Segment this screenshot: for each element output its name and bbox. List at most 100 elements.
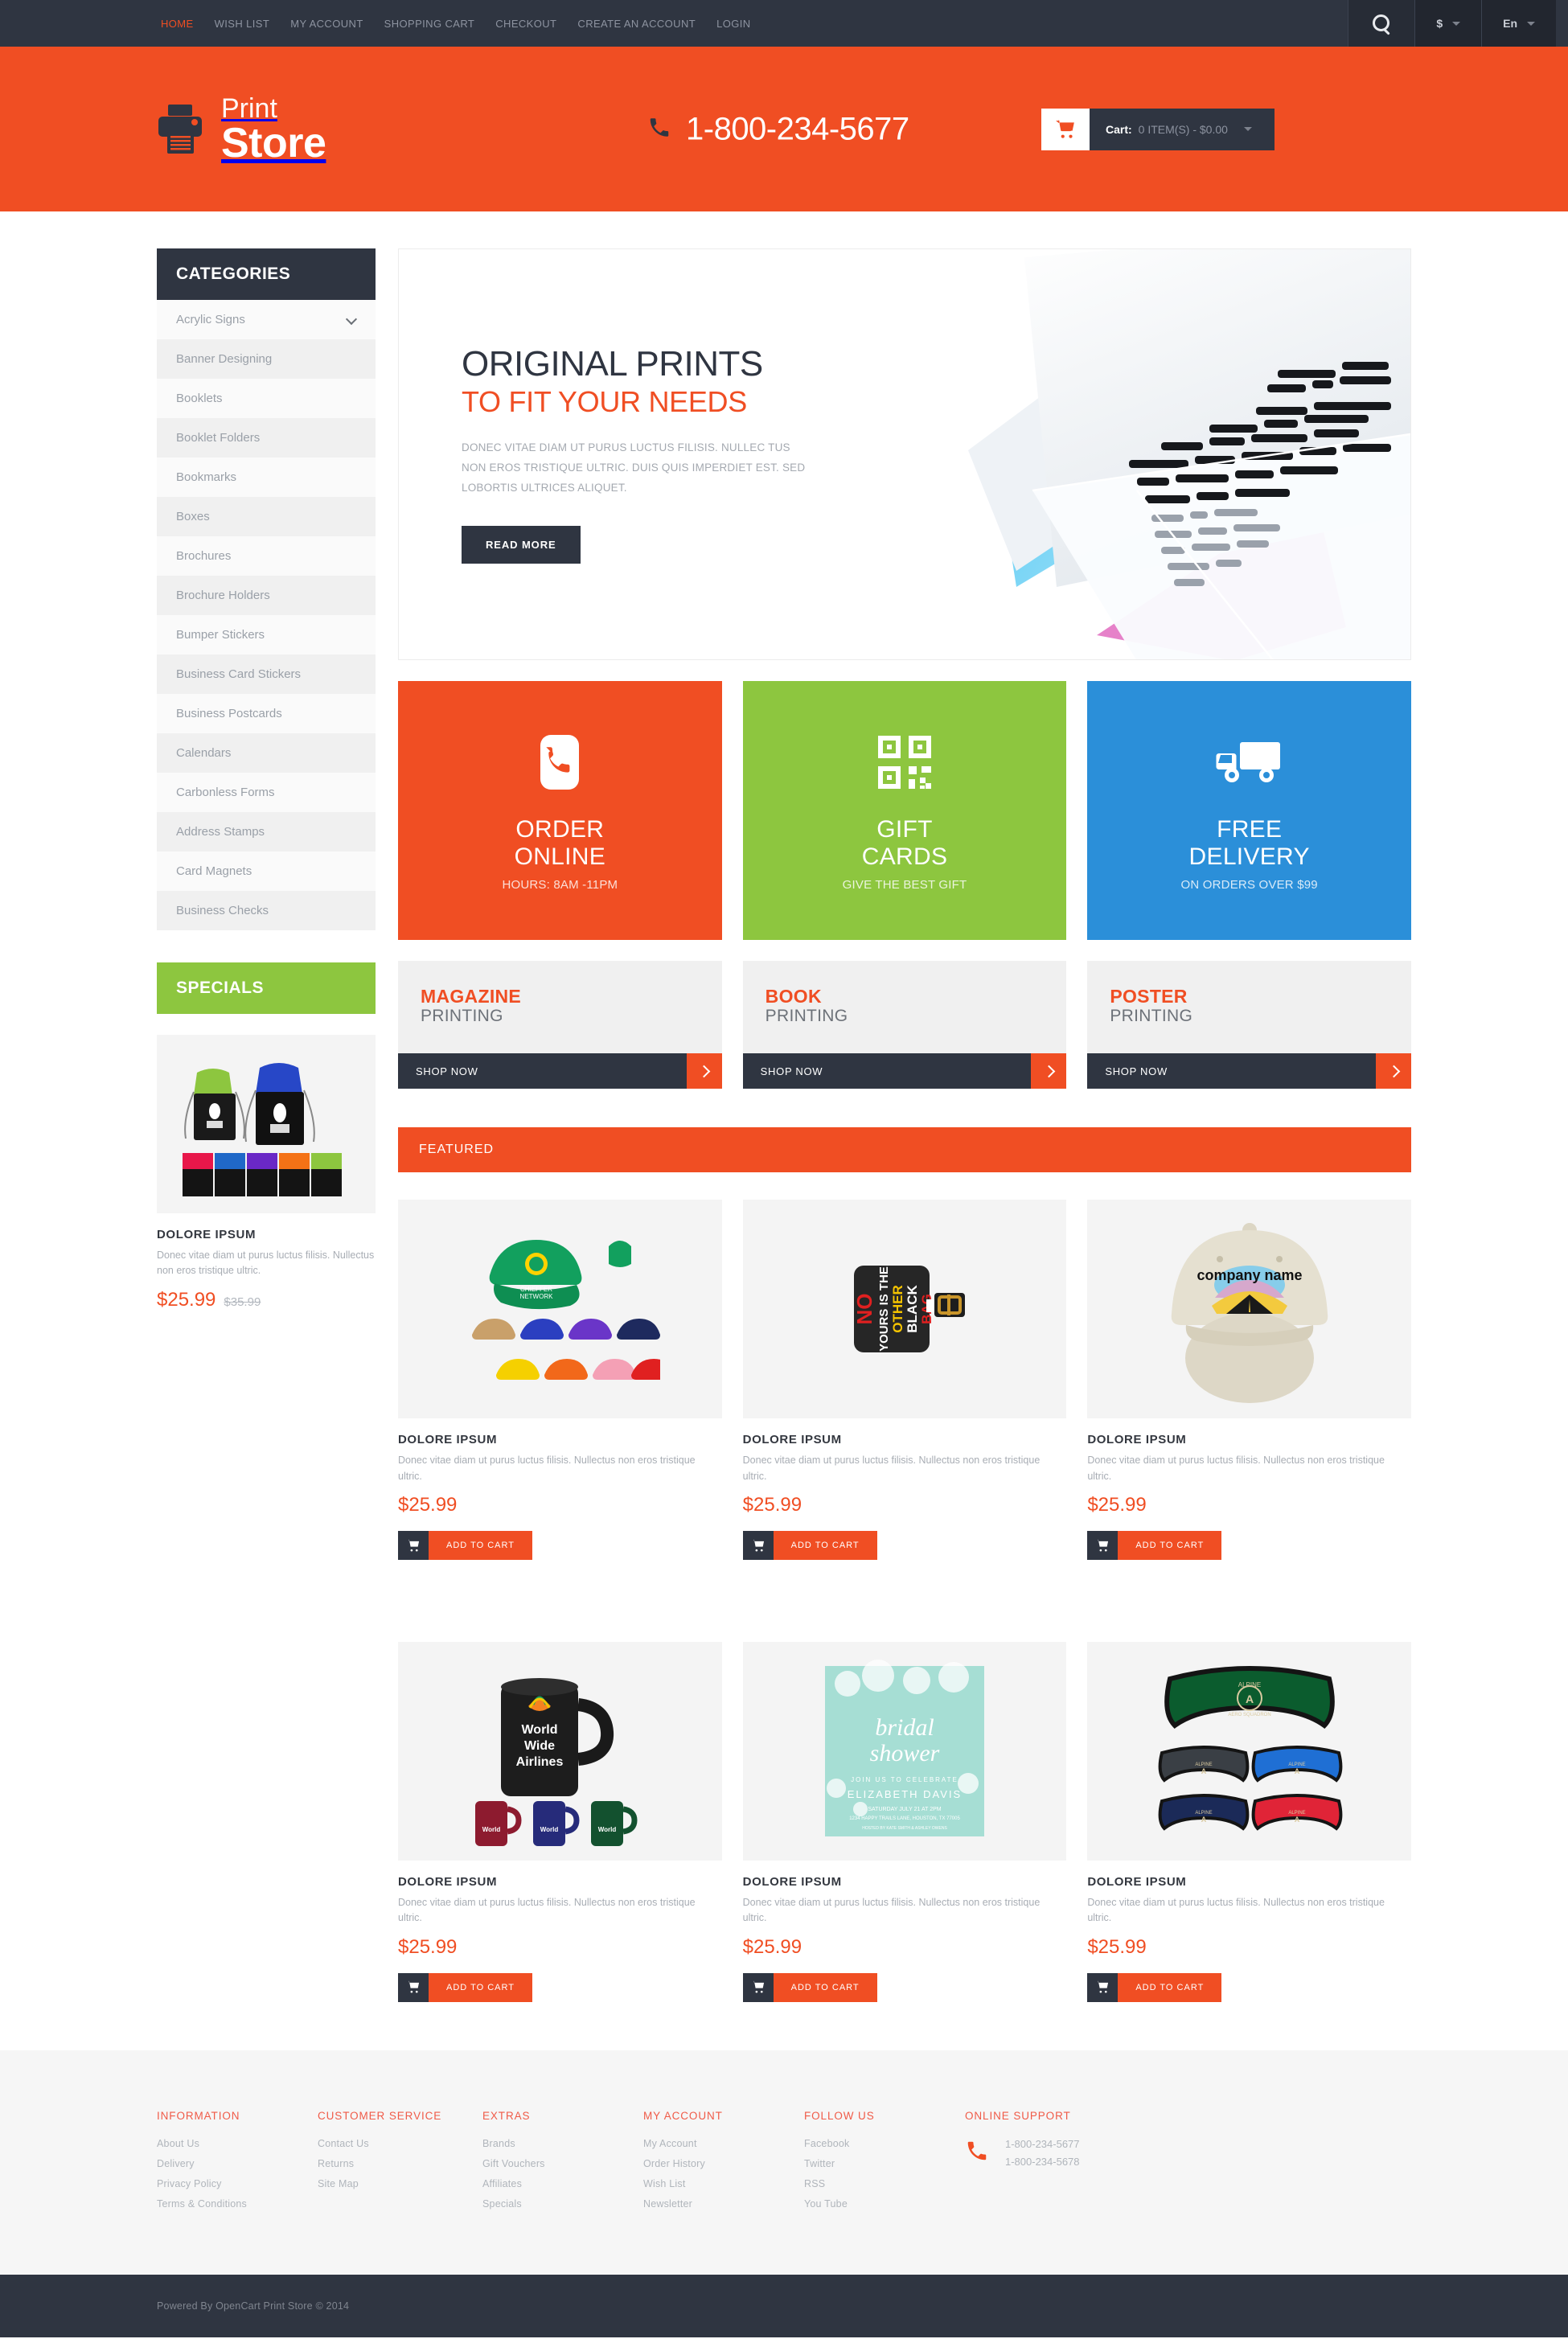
currency-selector[interactable]: $ <box>1414 0 1482 47</box>
top-nav-item-checkout[interactable]: CHECKOUT <box>495 18 556 30</box>
special-product-image[interactable] <box>157 1035 376 1213</box>
sidebar-item-brochure-holders[interactable]: Brochure Holders <box>157 576 376 615</box>
product-image[interactable]: World Wide Airlines World World World <box>398 1642 722 1861</box>
feature-tiles: ORDER ONLINE HOURS: 8AM -11PM GIFT CARDS… <box>398 681 1412 940</box>
footer-link-delivery[interactable]: Delivery <box>157 2158 293 2169</box>
sidebar-item-business-card-stickers[interactable]: Business Card Stickers <box>157 654 376 694</box>
cart-summary[interactable]: Cart: 0 ITEM(S) - $0.00 <box>1090 108 1275 150</box>
sidebar-item-bumper-stickers[interactable]: Bumper Stickers <box>157 615 376 654</box>
footer-link-order-history[interactable]: Order History <box>643 2158 780 2169</box>
footer-link-site-map[interactable]: Site Map <box>318 2178 458 2189</box>
sidebar-item-booklet-folders[interactable]: Booklet Folders <box>157 418 376 458</box>
top-utility-bar: HOME WISH LIST MY ACCOUNT SHOPPING CART CHEC… <box>0 0 1568 47</box>
tile-title: FREE DELIVERY <box>1189 816 1310 870</box>
arrow-right-icon[interactable] <box>686 1053 722 1089</box>
svg-text:YOURS IS THE: YOURS IS THE <box>877 1266 891 1352</box>
footer-link-facebook[interactable]: Facebook <box>804 2138 941 2149</box>
svg-text:shower: shower <box>870 1740 940 1766</box>
sidebar-item-label: Brochure Holders <box>176 589 270 602</box>
sidebar-item-booklets[interactable]: Booklets <box>157 379 376 418</box>
add-to-cart-button[interactable]: ADD TO CART <box>1087 1531 1222 1561</box>
special-product-title: DOLORE IPSUM <box>157 1228 257 1241</box>
footer-link-wish-list[interactable]: Wish List <box>643 2178 780 2189</box>
svg-text:HOSTED BY KATE SMITH & ASHLEY: HOSTED BY KATE SMITH & ASHLEY OWENS <box>862 1826 947 1831</box>
specials-block: SPECIALS DOLORE IPSUM Donec vitae diam u… <box>157 962 376 1311</box>
add-to-cart-label: ADD TO CART <box>1118 1972 1222 2002</box>
currency-label: $ <box>1436 17 1443 30</box>
tile-free-delivery[interactable]: FREE DELIVERY ON ORDERS OVER $99 <box>1087 681 1412 940</box>
promo-shop-now-button[interactable]: SHOP NOW <box>1087 1053 1412 1089</box>
svg-text:JOIN US TO CELEBRATE: JOIN US TO CELEBRATE <box>851 1776 958 1783</box>
sidebar-item-carbonless-forms[interactable]: Carbonless Forms <box>157 773 376 812</box>
top-nav-item-home[interactable]: HOME <box>161 18 194 30</box>
special-product-price: $25.99 $35.99 <box>157 1289 376 1311</box>
sidebar-item-business-postcards[interactable]: Business Postcards <box>157 694 376 733</box>
promo-banner-poster[interactable]: POSTER PRINTING SHOP NOW <box>1087 961 1412 1089</box>
footer-link-privacy-policy[interactable]: Privacy Policy <box>157 2178 293 2189</box>
tile-gift-cards[interactable]: GIFT CARDS GIVE THE BEST GIFT <box>742 681 1067 940</box>
sidebar-item-bookmarks[interactable]: Bookmarks <box>157 458 376 497</box>
site-logo[interactable]: Print Store <box>157 95 326 164</box>
promo-shop-now-button[interactable]: SHOP NOW <box>398 1053 722 1089</box>
support-phone-2: 1-800-234-5678 <box>1005 2155 1080 2168</box>
svg-text:NETWORK: NETWORK <box>520 1293 554 1300</box>
product-image[interactable]: ALPINE A AERO SQUADRON ALPINE A ALPINE A ALPINE… <box>1087 1642 1411 1861</box>
arrow-right-icon[interactable] <box>1376 1053 1412 1089</box>
footer-column-online-support: ONLINE SUPPORT 1-800-234-5677 1-800-234-56… <box>965 2110 1206 2218</box>
footer-link-specials[interactable]: Specials <box>482 2198 619 2210</box>
sidebar-item-calendars[interactable]: Calendars <box>157 733 376 773</box>
add-to-cart-button[interactable]: ADD TO CART <box>398 1531 532 1561</box>
add-to-cart-button[interactable]: ADD TO CART <box>742 1531 877 1561</box>
arrow-right-icon[interactable] <box>1031 1053 1067 1089</box>
tile-subtitle: ON ORDERS OVER $99 <box>1180 878 1318 892</box>
product-image[interactable]: NOYOURS IS THEOTHERBLACKBAG <box>742 1200 1067 1419</box>
footer-link-contact-us[interactable]: Contact Us <box>318 2138 458 2149</box>
top-nav-item-wish-list[interactable]: WISH LIST <box>215 18 270 30</box>
category-list: Acrylic Signs Banner Designing Booklets Boo… <box>157 300 376 930</box>
footer-link-you-tube[interactable]: You Tube <box>804 2198 941 2210</box>
cart-icon <box>398 1531 429 1561</box>
footer-link-terms-conditions[interactable]: Terms & Conditions <box>157 2198 293 2210</box>
footer-link-brands[interactable]: Brands <box>482 2138 619 2149</box>
top-nav-item-create-an-account[interactable]: CREATE AN ACCOUNT <box>577 18 696 30</box>
footer-link-gift-vouchers[interactable]: Gift Vouchers <box>482 2158 619 2169</box>
cart-widget[interactable]: Cart: 0 ITEM(S) - $0.00 <box>1041 108 1275 150</box>
product-image[interactable]: CHIEFFER NETWORK <box>398 1200 722 1419</box>
sidebar-item-boxes[interactable]: Boxes <box>157 497 376 536</box>
sidebar-item-banner-designing[interactable]: Banner Designing <box>157 339 376 379</box>
read-more-button[interactable]: READ MORE <box>462 525 581 564</box>
promo-banner-book[interactable]: BOOK PRINTING SHOP NOW <box>742 961 1067 1089</box>
sidebar-item-card-magnets[interactable]: Card Magnets <box>157 851 376 891</box>
footer-link-twitter[interactable]: Twitter <box>804 2158 941 2169</box>
footer-link-about-us[interactable]: About Us <box>157 2138 293 2149</box>
top-nav-item-login[interactable]: LOGIN <box>716 18 750 30</box>
footer-heading: FOLLOW US <box>804 2109 875 2122</box>
sidebar-item-business-checks[interactable]: Business Checks <box>157 891 376 930</box>
top-nav-item-shopping-cart[interactable]: SHOPPING CART <box>384 18 475 30</box>
product-image[interactable]: company name <box>1087 1200 1411 1419</box>
top-nav-item-my-account[interactable]: MY ACCOUNT <box>290 18 363 30</box>
footer-link-my-account[interactable]: My Account <box>643 2138 780 2149</box>
footer-link-returns[interactable]: Returns <box>318 2158 458 2169</box>
cart-icon-box[interactable] <box>1041 108 1090 150</box>
tile-order-online[interactable]: ORDER ONLINE HOURS: 8AM -11PM <box>398 681 722 940</box>
add-to-cart-button[interactable]: ADD TO CART <box>1087 1972 1222 2002</box>
footer-link-rss[interactable]: RSS <box>804 2178 941 2189</box>
footer-link-affiliates[interactable]: Affiliates <box>482 2178 619 2189</box>
sidebar-item-address-stamps[interactable]: Address Stamps <box>157 812 376 851</box>
header-phone[interactable]: 1-800-234-5677 <box>647 111 909 147</box>
svg-text:ALPINE: ALPINE <box>1238 1681 1260 1689</box>
search-button[interactable] <box>1348 0 1415 47</box>
cart-icon <box>398 1972 429 2002</box>
language-selector[interactable]: En <box>1481 0 1556 47</box>
add-to-cart-button[interactable]: ADD TO CART <box>398 1972 532 2002</box>
add-to-cart-button[interactable]: ADD TO CART <box>742 1972 877 2002</box>
promo-banner-magazine[interactable]: MAGAZINE PRINTING SHOP NOW <box>398 961 722 1089</box>
sidebar-item-acrylic-signs[interactable]: Acrylic Signs <box>157 300 376 339</box>
svg-text:World: World <box>540 1826 559 1833</box>
product-image[interactable]: bridal shower JOIN US TO CELEBRATE ELIZABET… <box>742 1642 1067 1861</box>
footer-link-newsletter[interactable]: Newsletter <box>643 2198 780 2210</box>
sidebar-item-brochures[interactable]: Brochures <box>157 536 376 576</box>
chevron-down-icon[interactable] <box>347 315 356 325</box>
promo-shop-now-button[interactable]: SHOP NOW <box>742 1053 1067 1089</box>
